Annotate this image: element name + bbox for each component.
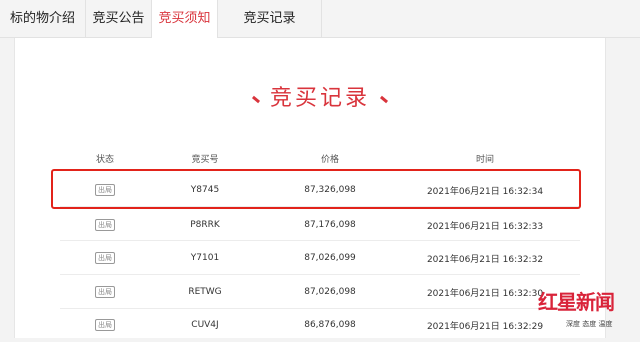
price-cell: 87,176,098 (304, 220, 356, 230)
price-cell: 87,026,098 (304, 287, 356, 297)
time-cell: 2021年06月21日 16:32:32 (426, 254, 544, 265)
watermark-title: 红星新闻 (538, 290, 615, 314)
status-badge: 出局 (95, 252, 115, 264)
decor-dash-left-icon (251, 95, 261, 103)
section-title: 竞买记录 (269, 86, 370, 111)
status-cell: 出局 (80, 308, 130, 342)
column-header-price: 价格 (320, 155, 339, 165)
tab-bid-records[interactable]: 竞买记录（2105） (218, 0, 322, 63)
tab-bidding-notice[interactable]: 竞买须知 (152, 0, 218, 38)
column-header-time: 时间 (475, 155, 494, 165)
time-cell: 2021年06月21日 16:32:30 (426, 288, 544, 299)
time-cell: 2021年06月21日 16:32:33 (426, 221, 544, 232)
bid-no-cell: Y7101 (190, 253, 220, 263)
decor-dash-right-icon (379, 95, 389, 103)
status-badge: 出局 (95, 286, 115, 298)
tab-item-intro[interactable]: 标的物介绍 (0, 0, 86, 37)
table-row: 出局 CUV4J 86,876,098 2021年06月21日 16:32:29 (60, 308, 580, 342)
table-row: 出局 Y7101 87,026,099 2021年06月21日 16:32:32 (60, 241, 580, 275)
tab-bar: 标的物介绍 竞买公告 竞买须知 竞买记录（2105） (0, 0, 640, 63)
watermark-logo: 红星新闻 深度 态度 温度 (538, 286, 636, 336)
status-badge: 出局 (95, 219, 115, 231)
table-row: 出局 RETWG 87,026,098 2021年06月21日 16:32:30 (60, 275, 580, 309)
status-cell: 出局 (80, 208, 130, 242)
watermark-tagline: 深度 态度 温度 (566, 320, 613, 328)
time-cell: 2021年06月21日 16:32:29 (426, 321, 544, 332)
status-cell: 出局 (80, 275, 130, 309)
status-cell: 出局 (80, 241, 130, 275)
highlight-box (51, 169, 581, 209)
bid-no-cell: CUV4J (191, 320, 219, 330)
price-cell: 87,026,099 (304, 253, 356, 263)
tab-bid-records-label: 竞买记录 (243, 11, 296, 26)
section-heading: 竞买记录 (0, 80, 640, 112)
status-badge: 出局 (95, 319, 115, 331)
price-cell: 86,876,098 (304, 320, 356, 330)
column-header-status: 状态 (95, 155, 114, 165)
bid-no-cell: P8RRK (190, 220, 220, 230)
bid-no-cell: RETWG (188, 287, 222, 297)
column-header-bid-no: 竞买号 (191, 155, 219, 165)
table-row: 出局 P8RRK 87,176,098 2021年06月21日 16:32:33 (60, 208, 580, 242)
tab-announcement[interactable]: 竞买公告 (86, 0, 152, 37)
